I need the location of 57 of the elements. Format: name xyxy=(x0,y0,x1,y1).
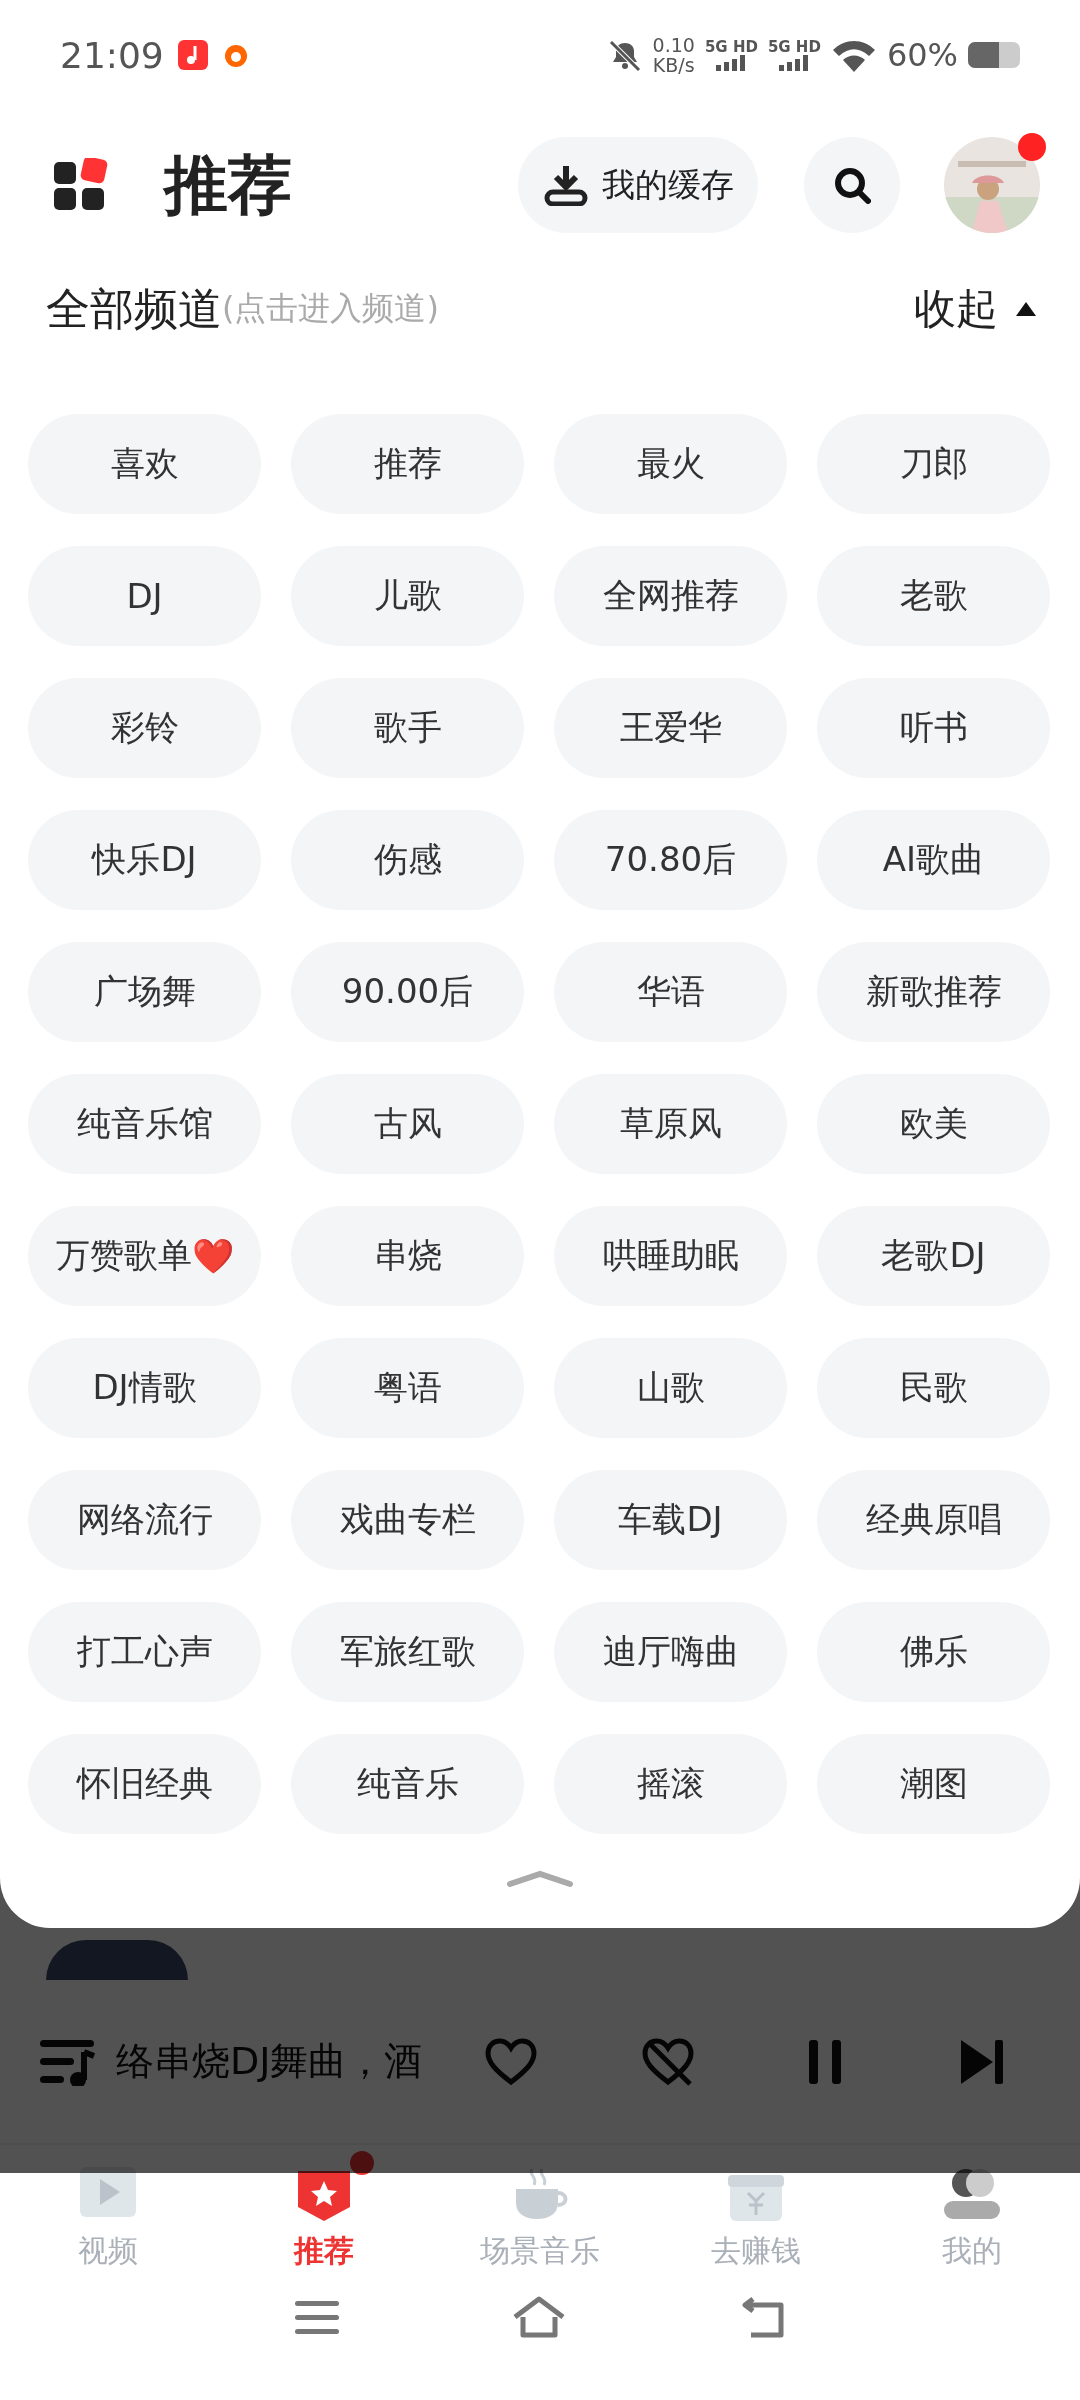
channel-chip[interactable]: 摇滚 xyxy=(554,1734,787,1834)
channel-chip[interactable]: 广场舞 xyxy=(28,942,261,1042)
channel-chip[interactable]: 串烧 xyxy=(291,1206,524,1306)
channel-chip[interactable]: 伤感 xyxy=(291,810,524,910)
channel-chip[interactable]: 推荐 xyxy=(291,414,524,514)
section-hint: (点击进入频道) xyxy=(222,288,439,329)
channel-chip[interactable]: 万赞歌单❤ xyxy=(28,1206,261,1306)
channel-chip[interactable]: DJ情歌 xyxy=(28,1338,261,1438)
channel-chip[interactable]: 华语 xyxy=(554,942,787,1042)
network-type: 5G HD xyxy=(704,39,758,55)
channel-chip[interactable]: 老歌DJ xyxy=(817,1206,1050,1306)
channel-chip[interactable]: 快乐DJ xyxy=(28,810,261,910)
channel-chip[interactable]: 山歌 xyxy=(554,1338,787,1438)
channel-chip[interactable]: 彩铃 xyxy=(28,678,261,778)
channel-chip[interactable]: 哄睡助眠 xyxy=(554,1206,787,1306)
channel-chip[interactable]: 经典原唱 xyxy=(817,1470,1050,1570)
channel-chip[interactable]: 听书 xyxy=(817,678,1050,778)
channel-chip[interactable]: 迪厅嗨曲 xyxy=(554,1602,787,1702)
battery-percent: 60% xyxy=(886,36,958,74)
tab-recommend[interactable]: 推荐 xyxy=(216,2149,432,2295)
channel-chip[interactable]: 打工心声 xyxy=(28,1602,261,1702)
network-type: 5G HD xyxy=(767,39,821,55)
cache-button[interactable]: 我的缓存 xyxy=(518,137,758,233)
channel-chip[interactable]: 新歌推荐 xyxy=(817,942,1050,1042)
channel-chip[interactable]: 戏曲专栏 xyxy=(291,1470,524,1570)
channel-chip[interactable]: DJ xyxy=(28,546,261,646)
channel-chip[interactable]: 军旅红歌 xyxy=(291,1602,524,1702)
channel-chip[interactable]: 古风 xyxy=(291,1074,524,1174)
clock: 21:09 xyxy=(60,34,164,76)
channel-chip[interactable]: AI歌曲 xyxy=(817,810,1050,910)
channel-chip[interactable]: 最火 xyxy=(554,414,787,514)
channel-chip[interactable]: 老歌 xyxy=(817,546,1050,646)
channel-chip[interactable]: 潮图 xyxy=(817,1734,1050,1834)
channel-chip[interactable]: 歌手 xyxy=(291,678,524,778)
channel-chip[interactable]: 粤语 xyxy=(291,1338,524,1438)
channel-chip[interactable]: 纯音乐馆 xyxy=(28,1074,261,1174)
collapse-button[interactable]: 收起 xyxy=(914,281,1036,337)
channel-chip[interactable]: 刀郎 xyxy=(817,414,1050,514)
channel-chip[interactable]: 草原风 xyxy=(554,1074,787,1174)
channel-chip[interactable]: 喜欢 xyxy=(28,414,261,514)
section-title: 全部频道 xyxy=(46,281,222,336)
song-title: 络串烧DJ舞曲，酒 xyxy=(116,2038,423,2085)
speed-unit: KB/s xyxy=(652,55,695,75)
channel-chip[interactable]: 车载DJ xyxy=(554,1470,787,1570)
channel-chip[interactable]: 欧美 xyxy=(817,1074,1050,1174)
channel-chip[interactable]: 佛乐 xyxy=(817,1602,1050,1702)
channel-chip[interactable]: 怀旧经典 xyxy=(28,1734,261,1834)
channel-chip[interactable]: 纯音乐 xyxy=(291,1734,524,1834)
channel-chip[interactable]: 90.00后 xyxy=(291,942,524,1042)
channel-chip[interactable]: 王爱华 xyxy=(554,678,787,778)
page-title: 推荐 xyxy=(164,146,292,224)
channel-chip[interactable]: 70.80后 xyxy=(554,810,787,910)
channel-chip[interactable]: 儿歌 xyxy=(291,546,524,646)
channel-chip[interactable]: 网络流行 xyxy=(28,1470,261,1570)
network-speed: 0.10 xyxy=(652,35,695,55)
channel-chip[interactable]: 民歌 xyxy=(817,1338,1050,1438)
channel-chip[interactable]: 全网推荐 xyxy=(554,546,787,646)
